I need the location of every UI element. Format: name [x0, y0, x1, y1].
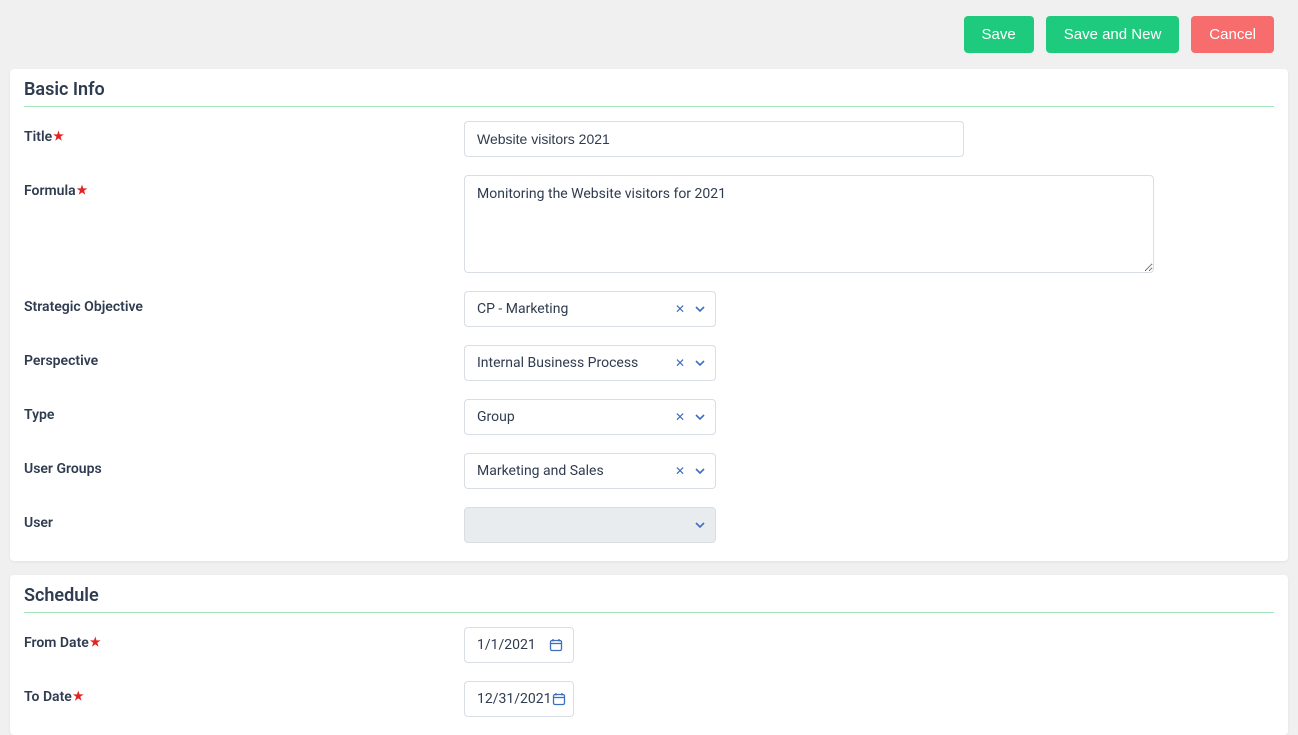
user-groups-value: Marketing and Sales	[477, 463, 604, 479]
chevron-down-icon[interactable]	[695, 304, 705, 314]
clear-icon[interactable]: ✕	[675, 303, 685, 315]
type-select[interactable]: Group ✕	[464, 399, 716, 435]
chevron-down-icon[interactable]	[695, 520, 705, 530]
strategic-objective-label: Strategic Objective	[24, 291, 464, 315]
perspective-select[interactable]: Internal Business Process ✕	[464, 345, 716, 381]
basic-info-heading: Basic Info	[24, 79, 1274, 107]
field-row-title: Title★	[24, 121, 1274, 157]
strategic-objective-value: CP - Marketing	[477, 301, 568, 317]
schedule-heading: Schedule	[24, 585, 1274, 613]
field-row-from-date: From Date★ 1/1/2021	[24, 627, 1274, 663]
user-label: User	[24, 507, 464, 531]
clear-icon[interactable]: ✕	[675, 465, 685, 477]
from-date-input[interactable]: 1/1/2021	[464, 627, 574, 663]
calendar-icon[interactable]	[549, 638, 563, 652]
chevron-down-icon[interactable]	[695, 358, 705, 368]
field-row-type: Type Group ✕	[24, 399, 1274, 435]
cancel-button[interactable]: Cancel	[1191, 16, 1274, 53]
field-row-perspective: Perspective Internal Business Process ✕	[24, 345, 1274, 381]
to-date-value: 12/31/2021	[477, 691, 552, 707]
to-date-label: To Date★	[24, 681, 464, 705]
user-select[interactable]	[464, 507, 716, 543]
field-row-strategic-objective: Strategic Objective CP - Marketing ✕	[24, 291, 1274, 327]
formula-textarea[interactable]	[464, 175, 1154, 273]
to-date-input[interactable]: 12/31/2021	[464, 681, 574, 717]
clear-icon[interactable]: ✕	[675, 411, 685, 423]
strategic-objective-select[interactable]: CP - Marketing ✕	[464, 291, 716, 327]
clear-icon[interactable]: ✕	[675, 357, 685, 369]
type-value: Group	[477, 409, 515, 425]
from-date-label: From Date★	[24, 627, 464, 651]
formula-label: Formula★	[24, 175, 464, 199]
field-row-user-groups: User Groups Marketing and Sales ✕	[24, 453, 1274, 489]
save-button[interactable]: Save	[964, 16, 1034, 53]
perspective-label: Perspective	[24, 345, 464, 369]
field-row-user: User	[24, 507, 1274, 543]
type-label: Type	[24, 399, 464, 423]
chevron-down-icon[interactable]	[695, 412, 705, 422]
perspective-value: Internal Business Process	[477, 355, 638, 371]
basic-info-panel: Basic Info Title★ Formula★ Strategic Obj…	[10, 69, 1288, 561]
action-bar: Save Save and New Cancel	[0, 0, 1298, 69]
required-star-icon: ★	[73, 689, 84, 703]
field-row-formula: Formula★	[24, 175, 1274, 273]
from-date-value: 1/1/2021	[477, 637, 536, 653]
schedule-panel: Schedule From Date★ 1/1/2021 To Date★ 12…	[10, 575, 1288, 735]
title-input[interactable]	[464, 121, 964, 157]
title-label: Title★	[24, 121, 464, 145]
required-star-icon: ★	[90, 635, 101, 649]
user-groups-select[interactable]: Marketing and Sales ✕	[464, 453, 716, 489]
chevron-down-icon[interactable]	[695, 466, 705, 476]
user-groups-label: User Groups	[24, 453, 464, 477]
calendar-icon[interactable]	[552, 692, 566, 706]
save-and-new-button[interactable]: Save and New	[1046, 16, 1180, 53]
required-star-icon: ★	[53, 129, 64, 143]
required-star-icon: ★	[77, 183, 88, 197]
field-row-to-date: To Date★ 12/31/2021	[24, 681, 1274, 717]
